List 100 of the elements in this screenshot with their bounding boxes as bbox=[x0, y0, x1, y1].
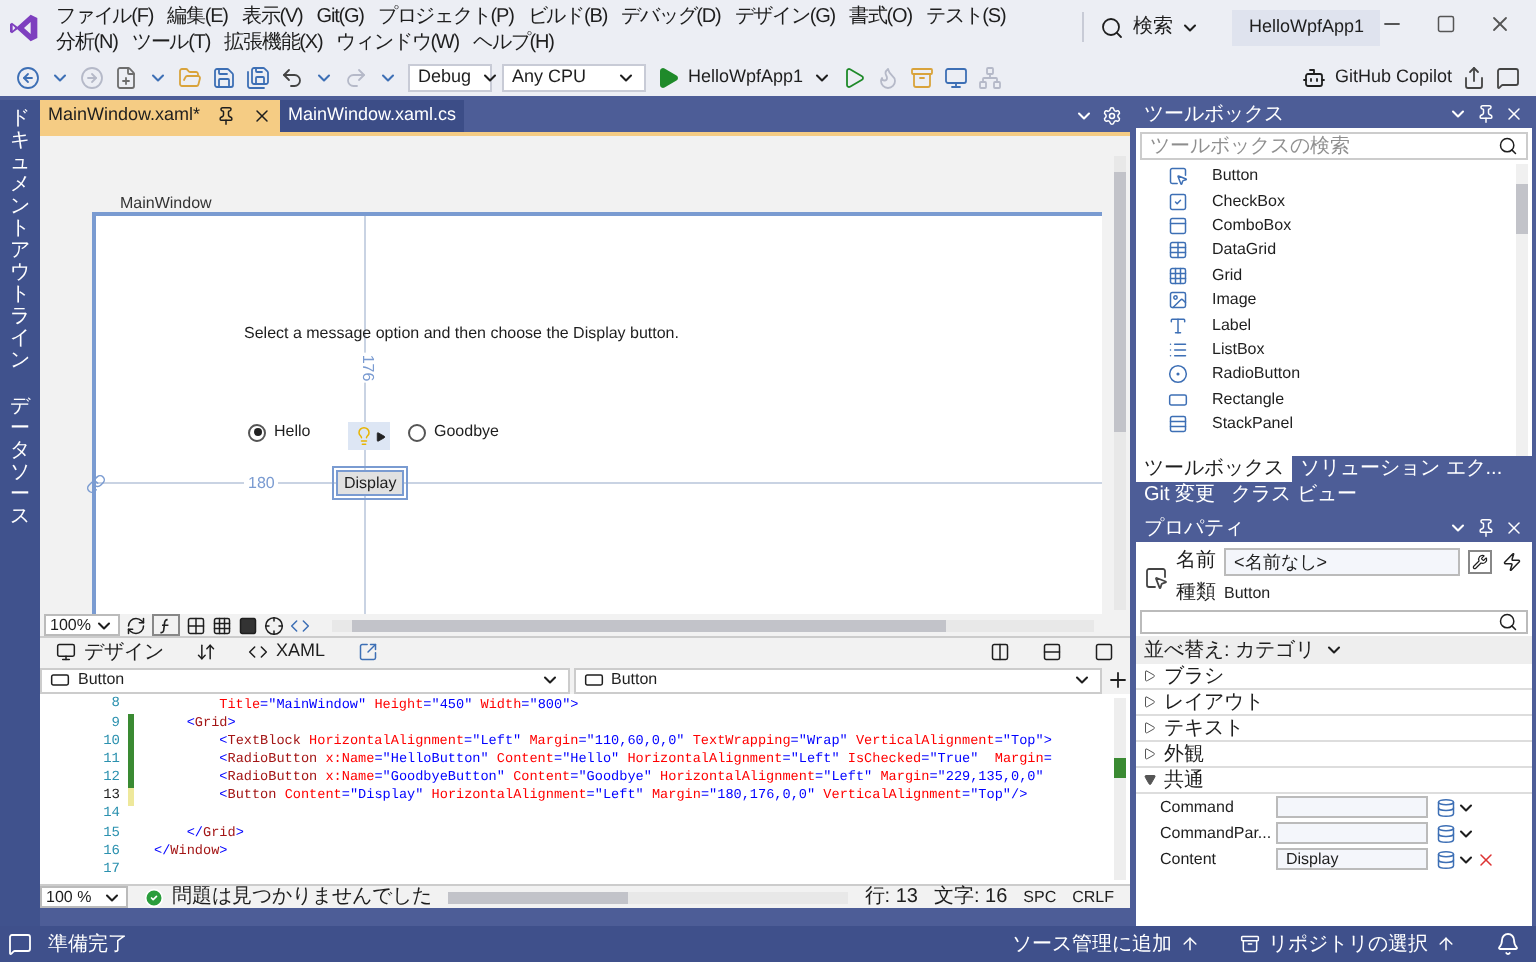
code-icon[interactable] bbox=[290, 615, 310, 635]
save-icon[interactable] bbox=[212, 66, 236, 90]
formula-icon[interactable] bbox=[152, 614, 180, 636]
property-category[interactable]: テキスト bbox=[1136, 716, 1532, 742]
menu-item[interactable]: Git(G) bbox=[316, 4, 364, 30]
split-horizontal-icon[interactable] bbox=[1042, 642, 1062, 662]
toolbox-item[interactable]: Rectangle bbox=[1136, 387, 1516, 412]
radio-button[interactable]: Hello bbox=[248, 420, 311, 444]
property-search-field[interactable] bbox=[1140, 610, 1528, 634]
panel-tab[interactable]: ツールボックス bbox=[1136, 456, 1292, 482]
vertical-scrollbar[interactable] bbox=[1516, 164, 1528, 456]
member-dropdown[interactable]: Button bbox=[573, 667, 1102, 693]
sort-dropdown[interactable]: 並べ替え: カテゴリ bbox=[1136, 636, 1532, 664]
maximize-icon[interactable] bbox=[1436, 14, 1456, 34]
split-vertical-icon[interactable] bbox=[990, 642, 1010, 662]
data-binding-icon[interactable] bbox=[1436, 849, 1456, 869]
close-icon[interactable] bbox=[1488, 12, 1512, 36]
side-tab[interactable]: ドキュメントアウトライン bbox=[10, 108, 30, 372]
source-control-button[interactable]: ソース管理に追加 bbox=[1012, 929, 1200, 959]
repository-button[interactable]: リポジトリの選択 bbox=[1240, 929, 1456, 959]
document-tab[interactable]: MainWindow.xaml* bbox=[40, 100, 281, 132]
toolbox-search-field[interactable]: ツールボックスの検索 bbox=[1140, 132, 1528, 160]
name-field[interactable]: <名前なし> bbox=[1224, 547, 1460, 575]
zoom-dropdown[interactable]: 100 % bbox=[40, 886, 128, 908]
pin-icon[interactable] bbox=[1476, 104, 1496, 124]
collapse-icon[interactable] bbox=[1094, 642, 1114, 662]
toolbox-item[interactable]: Grid bbox=[1136, 263, 1516, 288]
grid-icon[interactable] bbox=[186, 615, 206, 635]
radio-button[interactable]: Goodbye bbox=[408, 420, 499, 444]
menu-item[interactable]: 編集(E) bbox=[167, 4, 228, 30]
grid-lines-icon[interactable] bbox=[212, 615, 232, 635]
share-icon[interactable] bbox=[1462, 66, 1486, 90]
toolbox-item[interactable]: CheckBox bbox=[1136, 188, 1516, 214]
back-icon[interactable] bbox=[16, 66, 40, 90]
square-icon[interactable] bbox=[238, 615, 258, 635]
settings-icon[interactable] bbox=[1102, 106, 1122, 126]
pin-icon[interactable] bbox=[1476, 518, 1496, 538]
save-all-icon[interactable] bbox=[246, 66, 270, 90]
panel-tab[interactable]: Git 変更 bbox=[1136, 482, 1224, 508]
vertical-scrollbar[interactable] bbox=[1114, 698, 1126, 880]
close-icon[interactable] bbox=[1504, 104, 1524, 124]
wrench-icon[interactable] bbox=[1468, 549, 1492, 573]
property-field[interactable] bbox=[1276, 796, 1428, 818]
toolbox-item[interactable]: Button bbox=[1136, 164, 1516, 189]
menu-item[interactable]: ファイル(F) bbox=[56, 4, 154, 30]
menu-item[interactable]: デザイン(G) bbox=[734, 4, 835, 30]
menu-item[interactable]: ヘルプ(H) bbox=[473, 30, 554, 56]
property-field[interactable] bbox=[1276, 822, 1428, 844]
zoom-dropdown[interactable]: 100% bbox=[44, 614, 120, 636]
property-category[interactable]: 外観 bbox=[1136, 742, 1532, 768]
play-outline-icon[interactable] bbox=[841, 66, 866, 90]
panel-tab[interactable]: クラス ビュー bbox=[1223, 482, 1365, 508]
menu-item[interactable]: ビルド(B) bbox=[527, 4, 608, 30]
swap-icon[interactable] bbox=[196, 642, 216, 662]
start-button[interactable]: HelloWpfApp1 bbox=[656, 64, 832, 92]
horizontal-scrollbar[interactable] bbox=[448, 891, 849, 903]
popout-icon[interactable] bbox=[357, 642, 378, 662]
property-category[interactable]: 共通 bbox=[1136, 768, 1532, 794]
pin-icon[interactable] bbox=[216, 106, 237, 126]
close-icon[interactable] bbox=[252, 106, 273, 126]
menu-item[interactable]: 拡張機能(X) bbox=[224, 30, 323, 56]
close-icon[interactable] bbox=[1504, 518, 1524, 538]
copilot-button[interactable]: GitHub Copilot bbox=[1302, 64, 1452, 92]
clear-icon[interactable] bbox=[1476, 849, 1496, 869]
vertical-scrollbar[interactable] bbox=[1114, 156, 1126, 610]
platform-dropdown[interactable]: Any CPU bbox=[502, 64, 646, 92]
configuration-dropdown[interactable]: Debug bbox=[408, 64, 492, 92]
menu-item[interactable]: ツール(T) bbox=[131, 30, 211, 56]
toolbox-item[interactable]: ListBox bbox=[1136, 337, 1516, 363]
side-tab[interactable]: データソース bbox=[10, 396, 30, 528]
snap-icon[interactable] bbox=[264, 615, 284, 635]
data-binding-icon[interactable] bbox=[1436, 797, 1456, 817]
menu-item[interactable]: 分析(N) bbox=[56, 30, 118, 56]
search-button[interactable]: 検索 bbox=[1082, 12, 1209, 43]
menu-item[interactable]: テスト(S) bbox=[925, 4, 1006, 30]
toolbox-item[interactable]: Label bbox=[1136, 312, 1516, 338]
menu-item[interactable]: ウィンドウ(W) bbox=[336, 30, 460, 56]
document-tab[interactable]: MainWindow.xaml.cs bbox=[280, 100, 465, 132]
xaml-tab[interactable]: XAML bbox=[248, 638, 326, 666]
menu-item[interactable]: プロジェクト(P) bbox=[377, 4, 514, 30]
property-field[interactable]: Display bbox=[1276, 848, 1428, 870]
undo-icon[interactable] bbox=[280, 66, 304, 90]
add-icon[interactable] bbox=[1106, 668, 1130, 692]
toolbox-item[interactable]: DataGrid bbox=[1136, 238, 1516, 264]
feedback-icon[interactable] bbox=[1496, 66, 1520, 90]
data-binding-icon[interactable] bbox=[1436, 823, 1456, 843]
menu-item[interactable]: 表示(V) bbox=[241, 4, 303, 30]
notification-icon[interactable] bbox=[1496, 932, 1520, 956]
property-category[interactable]: レイアウト bbox=[1136, 690, 1532, 716]
new-file-icon[interactable] bbox=[114, 66, 138, 90]
refresh-icon[interactable] bbox=[126, 615, 146, 635]
toolbox-item[interactable]: Image bbox=[1136, 287, 1516, 313]
display-button[interactable]: Display bbox=[336, 470, 405, 496]
menu-item[interactable]: 書式(O) bbox=[849, 4, 912, 30]
property-category[interactable]: ブラシ bbox=[1136, 664, 1532, 690]
toolbox-item[interactable]: StackPanel bbox=[1136, 411, 1516, 437]
toolbox-item[interactable]: ComboBox bbox=[1136, 213, 1516, 239]
horizontal-scrollbar[interactable] bbox=[332, 619, 1094, 631]
quick-action-button[interactable] bbox=[348, 422, 390, 450]
lightning-icon[interactable] bbox=[1500, 549, 1524, 573]
